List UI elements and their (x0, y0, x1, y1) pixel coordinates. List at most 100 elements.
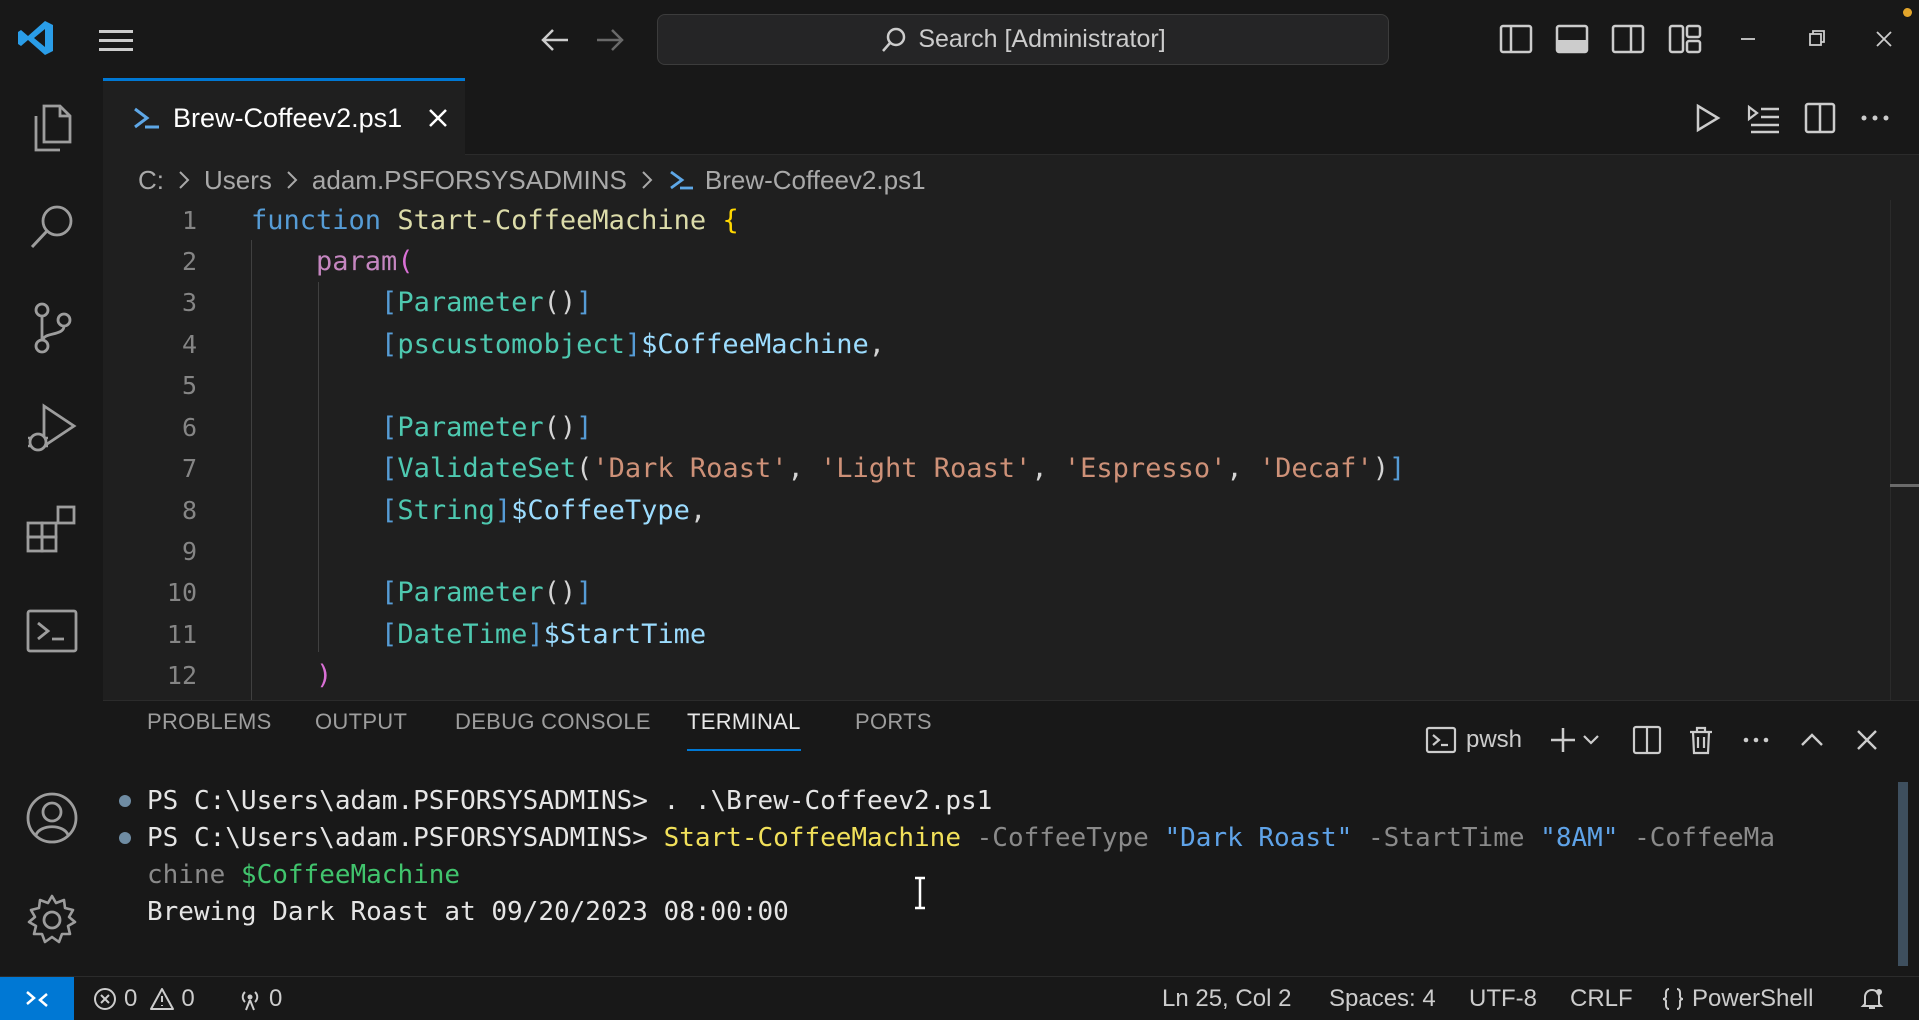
tab-terminal[interactable]: TERMINAL (687, 701, 801, 751)
tab-debug-console[interactable]: DEBUG CONSOLE (455, 701, 651, 751)
editor-scrollbar[interactable] (1890, 200, 1919, 700)
terminal-scrollbar[interactable] (1898, 782, 1908, 966)
toggle-panel-icon[interactable] (1553, 20, 1591, 58)
launch-profile-dropdown[interactable] (1579, 721, 1603, 759)
breadcrumb-item-user-folder[interactable]: adam.PSFORSYSADMINS (312, 165, 627, 196)
code-line[interactable]: 9 (103, 531, 1803, 572)
code-line[interactable]: 5 (103, 365, 1803, 406)
split-terminal-button[interactable] (1630, 721, 1664, 759)
code-token: String (397, 495, 495, 526)
code-text: [Parameter()] (251, 577, 592, 608)
minimize-window-icon[interactable] (1728, 20, 1768, 58)
ports-status[interactable]: 0 (237, 977, 282, 1020)
remote-indicator-button[interactable] (0, 977, 74, 1020)
command-decoration-dot[interactable] (119, 831, 131, 844)
vscode-logo-icon[interactable] (16, 18, 56, 58)
prompt: PS C:\Users\adam.PSFORSYSADMINS> (147, 785, 664, 816)
toggle-primary-sidebar-icon[interactable] (1497, 20, 1535, 58)
code-line[interactable]: 4 [pscustomobject]$CoffeeMachine, (103, 324, 1803, 365)
command: . .\Brew-Coffeev2.ps1 (663, 785, 993, 816)
parameter: chine (147, 859, 241, 890)
code-token: , (787, 453, 820, 484)
extensions-button[interactable] (22, 501, 82, 561)
command-center-search[interactable]: Search [Administrator] (657, 14, 1389, 65)
notifications-button[interactable] (1859, 977, 1885, 1020)
prompt: PS C:\Users\adam.PSFORSYSADMINS> (147, 822, 664, 853)
more-actions-icon[interactable] (1855, 98, 1895, 138)
new-terminal-button[interactable] (1546, 721, 1580, 759)
eol-status[interactable]: CRLF (1570, 977, 1633, 1020)
powershell-view-button[interactable] (22, 601, 82, 661)
breadcrumb-item-file[interactable]: Brew-Coffeev2.ps1 (705, 165, 926, 196)
code-token: () (543, 287, 577, 318)
code-line[interactable]: 7 [ValidateSet('Dark Roast', 'Light Roas… (103, 448, 1803, 489)
indentation-status[interactable]: Spaces: 4 (1329, 977, 1436, 1020)
panel-more-actions-button[interactable] (1739, 721, 1773, 759)
kill-terminal-button[interactable] (1684, 721, 1718, 759)
language-mode-status[interactable]: PowerShell (1660, 977, 1813, 1020)
code-line[interactable]: 6 [Parameter()] (103, 407, 1803, 448)
run-selection-icon[interactable] (1743, 98, 1783, 138)
tab-ports[interactable]: PORTS (855, 701, 932, 751)
code-line[interactable]: 10 [Parameter()] (103, 572, 1803, 613)
parameter: -CoffeeMa (1618, 822, 1775, 853)
line-number: 6 (181, 413, 197, 442)
run-and-debug-button[interactable] (22, 398, 82, 458)
accounts-button[interactable] (22, 788, 82, 848)
encoding-status[interactable]: UTF-8 (1469, 977, 1537, 1020)
code-line[interactable]: 12 ) (103, 655, 1803, 696)
code-line[interactable]: 11 [DateTime]$StartTime (103, 614, 1803, 655)
code-line[interactable]: 8 [String]$CoffeeType, (103, 490, 1803, 531)
explorer-button[interactable] (22, 98, 82, 158)
restore-window-icon[interactable] (1796, 20, 1836, 58)
parameter: -StartTime (1352, 822, 1541, 853)
terminal-shell-selector[interactable]: pwsh (1424, 721, 1522, 759)
code-editor[interactable]: 1 function Start-CoffeeMachine {2 param(3… (103, 200, 1893, 700)
split-editor-icon[interactable] (1800, 98, 1840, 138)
line-number: 2 (181, 247, 197, 276)
customize-layout-icon[interactable] (1666, 20, 1704, 58)
close-tab-icon[interactable] (424, 104, 452, 132)
scrollbar-position-marker (1890, 484, 1919, 487)
code-token: function (251, 205, 382, 236)
close-window-icon[interactable] (1864, 20, 1904, 58)
toggle-secondary-sidebar-icon[interactable] (1609, 20, 1647, 58)
problems-status[interactable]: 0 0 (92, 977, 195, 1020)
forward-arrow-icon[interactable] (591, 22, 629, 58)
code-token: 'Dark Roast' (592, 453, 788, 484)
tab-brew-coffeev2[interactable]: Brew-Coffeev2.ps1 (103, 78, 465, 155)
terminal-output[interactable]: PS C:\Users\adam.PSFORSYSADMINS> . .\Bre… (103, 782, 1893, 972)
code-line[interactable]: 3 [Parameter()] (103, 282, 1803, 323)
breadcrumb-item-users[interactable]: Users (204, 165, 272, 196)
broadcast-icon (241, 991, 259, 1011)
text-cursor-icon (915, 876, 925, 910)
code-line[interactable]: 2 param( (103, 241, 1803, 282)
back-arrow-icon[interactable] (536, 22, 574, 58)
code-token: DateTime (397, 619, 528, 650)
manage-settings-button[interactable] (22, 890, 82, 950)
close-panel-button[interactable] (1850, 721, 1884, 759)
cursor-position[interactable]: Ln 25, Col 2 (1162, 977, 1291, 1020)
tab-output[interactable]: OUTPUT (315, 701, 407, 751)
code-text: param( (251, 246, 414, 277)
maximize-panel-button[interactable] (1795, 721, 1829, 759)
line-number: 9 (181, 537, 197, 566)
editor-tabs-bar: Brew-Coffeev2.ps1 (103, 78, 1919, 155)
search-view-button[interactable] (22, 197, 82, 257)
code-token: [ (381, 619, 398, 650)
tab-problems[interactable]: PROBLEMS (147, 701, 272, 751)
run-icon[interactable] (1687, 98, 1727, 138)
code-line[interactable]: 1 function Start-CoffeeMachine { (103, 200, 1803, 241)
chevron-down-icon (1583, 735, 1599, 745)
breadcrumb-item-drive[interactable]: C: (138, 165, 164, 196)
code-token: Parameter (397, 577, 544, 608)
code-token: () (543, 412, 577, 443)
menu-icon[interactable] (96, 22, 136, 58)
line-number: 11 (166, 620, 197, 649)
command-decoration-dot[interactable] (119, 794, 131, 807)
warning-count: 0 (181, 985, 195, 1012)
title-bar: Search [Administrator] (0, 0, 1919, 78)
source-control-button[interactable] (22, 298, 82, 358)
